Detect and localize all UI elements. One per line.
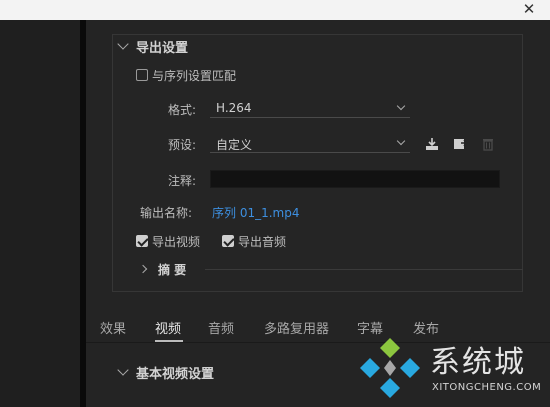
- tab-multiplexer[interactable]: 多路复用器: [264, 318, 329, 337]
- preset-dropdown[interactable]: 自定义: [210, 135, 410, 153]
- preset-label: 预设:: [168, 138, 197, 152]
- tab-audio[interactable]: 音频: [208, 318, 234, 337]
- save-preset-icon[interactable]: [424, 136, 440, 152]
- watermark-text: 系统城: [430, 345, 526, 380]
- summary-divider: [205, 269, 523, 270]
- comment-input[interactable]: [210, 170, 500, 188]
- chevron-down-icon: [396, 136, 406, 146]
- tab-video[interactable]: 视频: [155, 318, 181, 337]
- export-video-label: 导出视频: [152, 235, 201, 249]
- tab-captions[interactable]: 字幕: [357, 318, 383, 337]
- basic-video-settings-title: 基本视频设置: [136, 367, 215, 382]
- close-icon[interactable]: ✕: [520, 0, 538, 18]
- comment-label: 注释:: [168, 174, 197, 188]
- output-name-label: 输出名称:: [140, 206, 193, 220]
- export-audio-label: 导出音频: [238, 235, 287, 249]
- format-value: H.264: [216, 101, 252, 115]
- tab-publish[interactable]: 发布: [413, 318, 439, 337]
- preset-value: 自定义: [216, 138, 253, 152]
- summary-title[interactable]: 摘 要: [158, 261, 186, 278]
- chevron-down-icon: [396, 101, 406, 111]
- output-name-link[interactable]: 序列 01_1.mp4: [212, 204, 299, 221]
- import-preset-icon[interactable]: [452, 136, 468, 152]
- export-audio-checkbox[interactable]: [222, 235, 234, 247]
- tab-effects[interactable]: 效果: [100, 318, 126, 337]
- left-pane: [0, 20, 80, 407]
- export-settings-title: 导出设置: [136, 41, 189, 56]
- watermark-subtext: XITONGCHENG.COM: [432, 382, 542, 393]
- trash-icon[interactable]: [480, 136, 496, 152]
- export-video-checkbox[interactable]: [136, 235, 148, 247]
- watermark-logo-icon: [360, 338, 420, 398]
- format-label: 格式:: [168, 103, 197, 117]
- title-bar: ✕: [0, 0, 550, 20]
- format-dropdown[interactable]: H.264: [210, 100, 410, 118]
- match-sequence-label: 与序列设置匹配: [152, 69, 237, 83]
- match-sequence-checkbox[interactable]: [136, 69, 148, 81]
